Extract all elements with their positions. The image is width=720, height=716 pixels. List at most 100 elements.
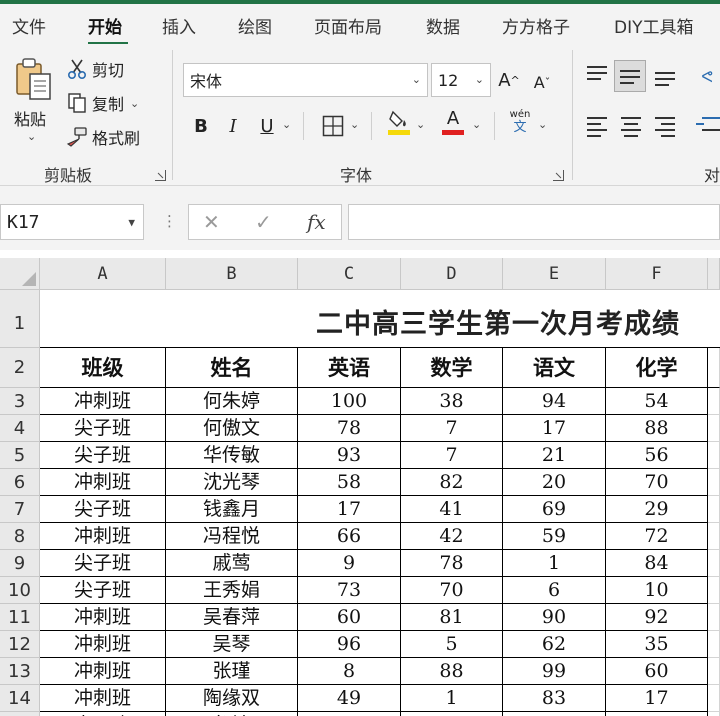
empty-cell[interactable] [708,348,720,388]
column-header-g[interactable] [708,258,720,290]
empty-cell[interactable] [708,658,720,685]
table-cell[interactable]: 冲刺班 [40,685,166,712]
table-cell[interactable]: 42 [298,712,401,716]
table-cell[interactable]: 90 [503,604,606,631]
empty-cell[interactable] [708,685,720,712]
table-cell[interactable]: 10 [606,577,708,604]
table-cell[interactable]: 69 [401,712,503,716]
table-cell[interactable]: 吴琴 [166,631,298,658]
table-cell[interactable]: 88 [401,658,503,685]
chevron-down-icon[interactable]: ⌄ [27,130,36,143]
row-header-2[interactable]: 2 [0,348,40,388]
tab-draw[interactable]: 绘图 [238,13,272,38]
table-cell[interactable]: 69 [503,496,606,523]
underline-button[interactable]: U [256,112,278,140]
phonetic-guide-button[interactable]: wén 文 [506,108,534,136]
table-cell[interactable]: 66 [298,523,401,550]
header-cell[interactable]: 语文 [503,348,606,388]
column-header-d[interactable]: D [401,258,503,290]
table-cell[interactable]: 17 [298,496,401,523]
clipboard-dialog-launcher[interactable] [155,170,166,181]
table-cell[interactable]: 96 [298,631,401,658]
table-cell[interactable]: 70 [606,469,708,496]
table-cell[interactable]: 99 [503,658,606,685]
table-cell[interactable]: 尖子班 [40,712,166,716]
table-cell[interactable]: 38 [401,388,503,415]
table-cell[interactable]: 7 [401,442,503,469]
table-cell[interactable]: 73 [298,577,401,604]
decrease-indent-button[interactable] [694,112,720,140]
empty-cell[interactable] [708,712,720,716]
select-all-corner[interactable] [0,258,40,290]
table-cell[interactable]: 沈光琴 [166,469,298,496]
table-cell[interactable]: 华传敏 [166,442,298,469]
column-header-b[interactable]: B [166,258,298,290]
table-cell[interactable]: 41 [401,496,503,523]
table-cell[interactable]: 冲刺班 [40,388,166,415]
column-header-c[interactable]: C [298,258,401,290]
table-cell[interactable]: 82 [401,469,503,496]
table-cell[interactable]: 冯程悦 [166,523,298,550]
table-cell[interactable]: 陶缘双 [166,685,298,712]
table-cell[interactable]: 尖子班 [40,550,166,577]
empty-cell[interactable] [708,523,720,550]
tab-fangfang[interactable]: 方方格子 [502,13,570,38]
font-name-select[interactable]: 宋体 ⌄ [183,63,428,97]
table-cell[interactable]: 62 [503,631,606,658]
table-cell[interactable]: 冲刺班 [40,469,166,496]
table-cell[interactable]: 84 [606,550,708,577]
bold-button[interactable]: B [190,112,212,140]
chevron-down-icon[interactable]: ⌄ [130,97,139,110]
chevron-down-icon[interactable]: ⌄ [350,118,359,131]
name-box[interactable]: K17 ▼ [0,204,144,240]
table-cell[interactable]: 75 [503,712,606,716]
empty-cell[interactable] [708,388,720,415]
italic-button[interactable]: I [222,112,244,140]
format-painter-button[interactable]: 格式刷 [66,124,140,150]
row-header-3[interactable]: 3 [0,388,40,415]
align-left-button[interactable] [584,112,612,140]
table-cell[interactable]: 78 [298,415,401,442]
insert-function-icon[interactable]: fx [307,210,326,234]
table-cell[interactable]: 54 [606,388,708,415]
empty-cell[interactable] [708,415,720,442]
table-cell[interactable]: 58 [298,469,401,496]
table-cell[interactable]: 21 [503,442,606,469]
table-cell[interactable]: 戚莺 [166,550,298,577]
table-cell[interactable]: 7 [401,415,503,442]
tab-home[interactable]: 开始 [88,13,122,38]
table-cell[interactable]: 尖子班 [40,496,166,523]
column-header-e[interactable]: E [503,258,606,290]
header-cell[interactable]: 数学 [401,348,503,388]
row-header-8[interactable]: 8 [0,523,40,550]
align-right-button[interactable] [652,112,680,140]
table-cell[interactable]: 詹嫱 [166,712,298,716]
align-center-button[interactable] [618,112,646,140]
table-cell[interactable]: 9 [298,550,401,577]
table-cell[interactable]: 29 [606,496,708,523]
increase-font-size-button[interactable]: A ^ [496,66,522,94]
row-header-14[interactable]: 14 [0,685,40,712]
cancel-icon[interactable]: ✕ [203,210,220,234]
table-cell[interactable]: 尖子班 [40,577,166,604]
row-header-4[interactable]: 4 [0,415,40,442]
row-header-13[interactable]: 13 [0,658,40,685]
table-cell[interactable]: 王秀娟 [166,577,298,604]
table-cell[interactable]: 冲刺班 [40,658,166,685]
table-cell[interactable]: 78 [401,550,503,577]
empty-cell[interactable] [708,496,720,523]
row-header-1[interactable]: 1 [0,290,40,348]
table-cell[interactable]: 尖子班 [40,442,166,469]
worksheet-grid[interactable]: 二中高三学生第一次月考成绩 ABCDEF12345678910111213141… [0,250,720,716]
table-cell[interactable]: 钱鑫月 [166,496,298,523]
table-cell[interactable]: 56 [606,442,708,469]
table-cell[interactable]: 83 [503,685,606,712]
table-cell[interactable]: 6 [503,577,606,604]
table-cell[interactable]: 8 [298,658,401,685]
table-cell[interactable]: 35 [606,631,708,658]
row-header-6[interactable]: 6 [0,469,40,496]
empty-cell[interactable] [708,604,720,631]
align-middle-button[interactable] [614,60,646,92]
table-cell[interactable]: 59 [503,523,606,550]
table-cell[interactable]: 张瑾 [166,658,298,685]
